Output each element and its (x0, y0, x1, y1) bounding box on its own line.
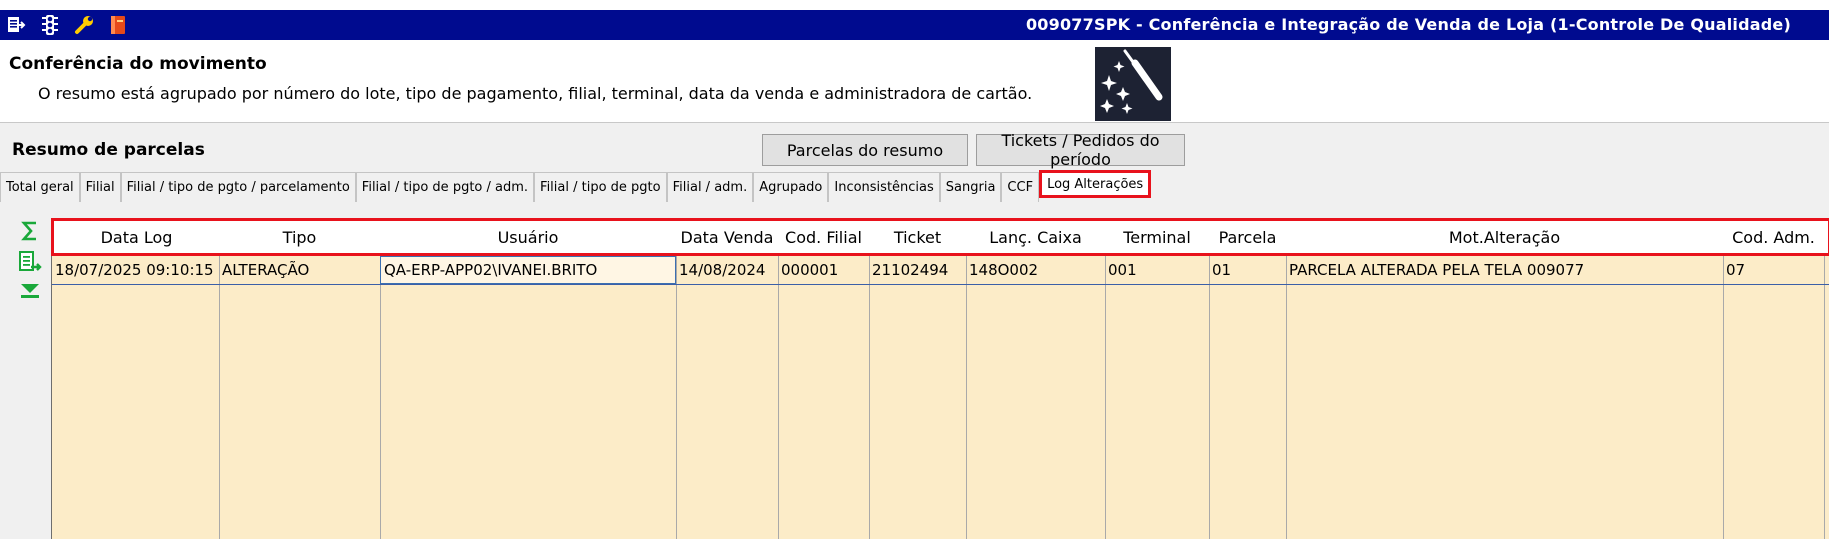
cell-parcela[interactable]: 01 (1209, 256, 1286, 284)
header-cod-filial[interactable]: Cod. Filial (778, 221, 869, 253)
cell-ticket[interactable]: 21102494 (869, 256, 966, 284)
expand-down-icon[interactable] (16, 280, 44, 310)
traffic-light-icon[interactable] (38, 13, 62, 37)
cell-tipo[interactable]: ALTERAÇÃO (219, 256, 380, 284)
export-icon[interactable] (16, 250, 44, 280)
header-parcela[interactable]: Parcela (1209, 221, 1286, 253)
header-usuario[interactable]: Usuário (380, 221, 676, 253)
tickets-pedidos-button[interactable]: Tickets / Pedidos do período (976, 131, 1185, 169)
magic-wand-icon (1095, 47, 1171, 121)
grid-header: Data Log Tipo Usuário Data Venda Cod. Fi… (51, 218, 1829, 256)
tab-ccf[interactable]: CCF (1001, 172, 1040, 202)
header-title: Conferência do movimento (9, 54, 267, 74)
parcelas-do-resumo-button[interactable]: Parcelas do resumo (762, 134, 968, 166)
tab-filial[interactable]: Filial (79, 172, 121, 202)
tab-filial-adm[interactable]: Filial / adm. (666, 172, 754, 202)
cell-terminal[interactable]: 001 (1105, 256, 1209, 284)
tab-inconsistencias[interactable]: Inconsistências (828, 172, 940, 202)
cell-data-venda[interactable]: 14/08/2024 (676, 256, 778, 284)
cell-cod-adm[interactable]: 07 (1723, 256, 1824, 284)
log-grid[interactable]: Data Log Tipo Usuário Data Venda Cod. Fi… (51, 218, 1829, 539)
header-data-log[interactable]: Data Log (54, 221, 219, 253)
header-panel: Conferência do movimento O resumo está a… (0, 40, 1829, 123)
header-tipo[interactable]: Tipo (219, 221, 380, 253)
tab-sangria[interactable]: Sangria (939, 172, 1002, 202)
tab-agrupado[interactable]: Agrupado (753, 172, 829, 202)
tab-filial-tipo-pgto-adm[interactable]: Filial / tipo de pgto / adm. (355, 172, 535, 202)
wrench-icon[interactable] (72, 13, 96, 37)
resumo-title: Resumo de parcelas (12, 140, 205, 160)
title-bar: 009077SPK - Conferência e Integração de … (0, 10, 1829, 40)
tab-log-alteracoes[interactable]: Log Alterações (1039, 170, 1152, 198)
book-icon[interactable] (106, 13, 130, 37)
side-toolbar (16, 220, 44, 310)
header-subtitle: O resumo está agrupado por número do lot… (38, 84, 1033, 103)
header-mot-alteracao[interactable]: Mot.Alteração (1286, 221, 1723, 253)
tab-filial-tipo-pgto[interactable]: Filial / tipo de pgto (534, 172, 667, 202)
table-row[interactable]: 18/07/2025 09:10:15 ALTERAÇÃO QA-ERP-APP… (52, 256, 1829, 285)
grid-area: Data Log Tipo Usuário Data Venda Cod. Fi… (0, 204, 1829, 539)
sum-icon[interactable] (16, 220, 44, 250)
header-data-venda[interactable]: Data Venda (676, 221, 778, 253)
tab-bar: Total geral Filial Filial / tipo de pgto… (0, 170, 1152, 202)
cell-data-log[interactable]: 18/07/2025 09:10:15 (52, 256, 219, 284)
cell-mot-alteracao[interactable]: PARCELA ALTERADA PELA TELA 009077 (1286, 256, 1723, 284)
cell-usuario[interactable]: QA-ERP-APP02\IVANEI.BRITO (380, 256, 676, 284)
tab-filial-tipo-pgto-parcelamento[interactable]: Filial / tipo de pgto / parcelamento (120, 172, 356, 202)
header-lanc-caixa[interactable]: Lanç. Caixa (966, 221, 1105, 253)
header-cod-adm[interactable]: Cod. Adm. (1723, 221, 1824, 253)
cell-cod-filial[interactable]: 000001 (778, 256, 869, 284)
cell-lanc-caixa[interactable]: 148O002 (966, 256, 1105, 284)
header-terminal[interactable]: Terminal (1105, 221, 1209, 253)
tab-total-geral[interactable]: Total geral (0, 172, 80, 202)
window-title: 009077SPK - Conferência e Integração de … (1025, 15, 1791, 34)
header-ticket[interactable]: Ticket (869, 221, 966, 253)
exit-icon[interactable] (4, 13, 28, 37)
